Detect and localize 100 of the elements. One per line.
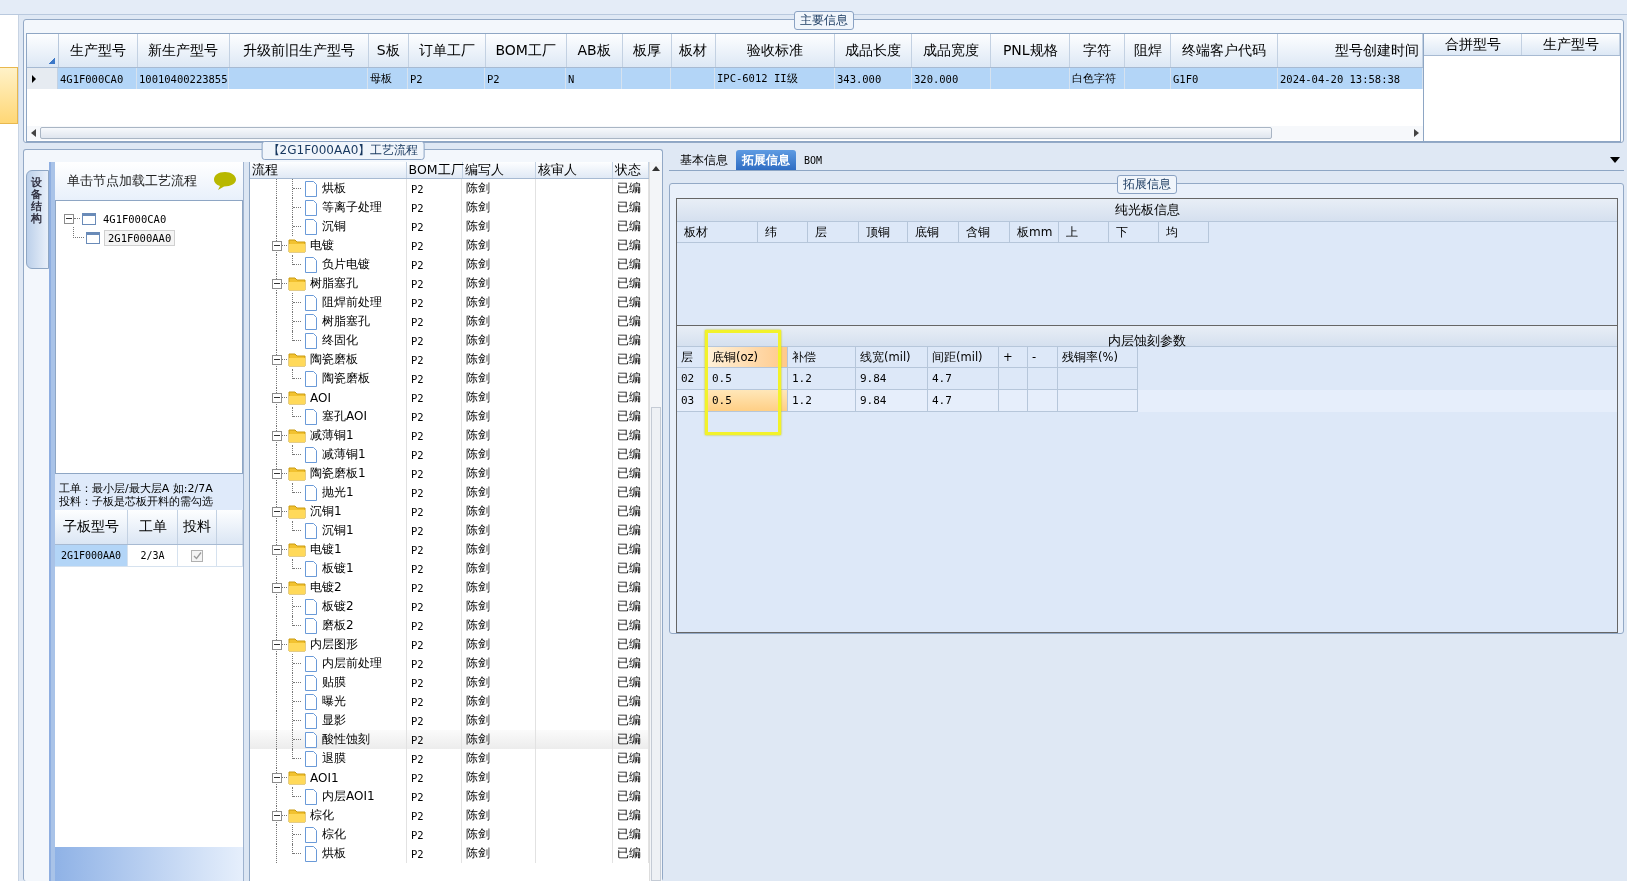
column-header[interactable]: 下 bbox=[1109, 222, 1159, 243]
collapse-toggle[interactable] bbox=[64, 213, 74, 224]
column-header[interactable]: 底铜(oz) bbox=[708, 347, 788, 368]
tree-row[interactable]: 棕化 P2 陈剑 已编 bbox=[250, 806, 649, 825]
tree-row[interactable]: 电镀 P2 陈剑 已编 bbox=[250, 236, 649, 255]
tab[interactable]: 基本信息 bbox=[674, 150, 734, 170]
tree-row[interactable]: 烘板 P2 陈剑 已编 bbox=[250, 844, 649, 863]
tree-row[interactable]: 终固化 P2 陈剑 已编 bbox=[250, 331, 649, 350]
tree-row[interactable]: 内层图形 P2 陈剑 已编 bbox=[250, 635, 649, 654]
column-header[interactable]: 成品长度 bbox=[835, 34, 913, 67]
column-header[interactable]: 字符 bbox=[1070, 34, 1126, 67]
column-header[interactable]: 工单 bbox=[128, 510, 178, 544]
column-header[interactable]: 生产型号 bbox=[59, 34, 138, 67]
tree-row[interactable]: 曝光 P2 陈剑 已编 bbox=[250, 692, 649, 711]
collapse-toggle[interactable] bbox=[272, 278, 282, 289]
column-header[interactable]: BOM工厂 bbox=[406, 162, 463, 178]
column-header[interactable]: 验收标准 bbox=[715, 34, 836, 67]
tree-row[interactable]: 板镀2 P2 陈剑 已编 bbox=[250, 597, 649, 616]
tree-row[interactable]: 电镀1 P2 陈剑 已编 bbox=[250, 540, 649, 559]
column-header[interactable]: 阻焊 bbox=[1125, 34, 1172, 67]
collapse-toggle[interactable] bbox=[272, 506, 282, 517]
tree-row[interactable]: 沉铜1 P2 陈剑 已编 bbox=[250, 502, 649, 521]
column-header[interactable]: 板mm bbox=[1010, 222, 1059, 243]
column-header[interactable]: + bbox=[999, 347, 1028, 368]
column-header[interactable]: 线宽(mil) bbox=[856, 347, 928, 368]
column-header[interactable]: 终端客户代码 bbox=[1171, 34, 1279, 67]
column-header[interactable]: 升级前旧生产型号 bbox=[229, 34, 369, 67]
tree-row[interactable]: AOI1 P2 陈剑 已编 bbox=[250, 768, 649, 787]
column-header[interactable]: 新生产型号 bbox=[137, 34, 230, 67]
column-header[interactable]: 子板型号 bbox=[55, 510, 128, 544]
column-header[interactable]: 订单工厂 bbox=[408, 34, 486, 67]
tree-row[interactable]: 减薄铜1 P2 陈剑 已编 bbox=[250, 426, 649, 445]
tree-row[interactable]: 内层前处理 P2 陈剑 已编 bbox=[250, 654, 649, 673]
tab[interactable]: 拓展信息 bbox=[736, 150, 796, 170]
tree-row[interactable]: AOI P2 陈剑 已编 bbox=[250, 388, 649, 407]
collapse-toggle[interactable] bbox=[272, 430, 282, 441]
column-header[interactable]: 核审人 bbox=[535, 162, 614, 178]
tree-row[interactable]: 阻焊前处理 P2 陈剑 已编 bbox=[250, 293, 649, 312]
vertical-tab[interactable]: 设备结构 bbox=[26, 170, 49, 269]
collapse-toggle[interactable] bbox=[272, 354, 282, 365]
tree-row[interactable]: 陶瓷磨板 P2 陈剑 已编 bbox=[250, 350, 649, 369]
tree-row[interactable]: 减薄铜1 P2 陈剑 已编 bbox=[250, 445, 649, 464]
column-header[interactable]: 合拼型号 bbox=[1424, 34, 1522, 55]
tree-row[interactable]: 内层AOI1 P2 陈剑 已编 bbox=[250, 787, 649, 806]
column-header[interactable]: 底铜 bbox=[908, 222, 959, 243]
table-row[interactable]: 03 0.5 1.2 9.84 4.7 bbox=[677, 390, 1617, 412]
tree-row[interactable]: 沉铜 P2 陈剑 已编 bbox=[250, 217, 649, 236]
tree-row[interactable]: 棕化 P2 陈剑 已编 bbox=[250, 825, 649, 844]
column-header[interactable]: 含铜 bbox=[959, 222, 1010, 243]
column-header[interactable]: 层 bbox=[808, 222, 859, 243]
scroll-up-icon[interactable] bbox=[652, 166, 660, 171]
tree-row[interactable]: 沉铜1 P2 陈剑 已编 bbox=[250, 521, 649, 540]
column-header[interactable]: 成品宽度 bbox=[912, 34, 992, 67]
scroll-right-icon[interactable] bbox=[1414, 129, 1419, 137]
collapse-toggle[interactable] bbox=[272, 240, 282, 251]
column-header[interactable]: 均 bbox=[1159, 222, 1209, 243]
tree-node[interactable]: 4G1F000CA0 bbox=[100, 211, 170, 226]
tree-node[interactable]: 2G1F000AA0 bbox=[104, 229, 176, 246]
tree-row[interactable]: 陶瓷磨板1 P2 陈剑 已编 bbox=[250, 464, 649, 483]
tree-row[interactable]: 电镀2 P2 陈剑 已编 bbox=[250, 578, 649, 597]
column-header[interactable]: 板材 bbox=[671, 34, 716, 67]
column-header[interactable]: 板材 bbox=[677, 222, 758, 243]
column-header[interactable]: 补偿 bbox=[788, 347, 856, 368]
column-header[interactable]: S板 bbox=[368, 34, 409, 67]
column-header[interactable]: PNL规格 bbox=[991, 34, 1071, 67]
collapse-toggle[interactable] bbox=[272, 392, 282, 403]
collapse-toggle[interactable] bbox=[272, 810, 282, 821]
column-header[interactable]: 顶铜 bbox=[859, 222, 908, 243]
checkbox[interactable] bbox=[191, 549, 203, 562]
column-header[interactable]: 型号创建时间 bbox=[1278, 34, 1423, 67]
dropdown-arrow-icon[interactable] bbox=[1610, 157, 1620, 163]
column-header[interactable]: 残铜率(%) bbox=[1058, 347, 1138, 368]
column-header[interactable]: 间距(mil) bbox=[928, 347, 999, 368]
column-header[interactable]: AB板 bbox=[566, 34, 623, 67]
tree-row[interactable]: 板镀1 P2 陈剑 已编 bbox=[250, 559, 649, 578]
collapse-toggle[interactable] bbox=[272, 582, 282, 593]
column-header[interactable]: 上 bbox=[1059, 222, 1109, 243]
tree-row[interactable]: 塞孔AOI P2 陈剑 已编 bbox=[250, 407, 649, 426]
tree-row[interactable]: 贴膜 P2 陈剑 已编 bbox=[250, 673, 649, 692]
collapse-toggle[interactable] bbox=[272, 639, 282, 650]
column-header[interactable]: 板厚 bbox=[622, 34, 672, 67]
tree-row[interactable]: 陶瓷磨板 P2 陈剑 已编 bbox=[250, 369, 649, 388]
tree-row[interactable]: 烘板 P2 陈剑 已编 bbox=[250, 179, 649, 198]
tree-row[interactable]: 酸性蚀刻 P2 陈剑 已编 bbox=[250, 730, 649, 749]
column-header[interactable]: 纬 bbox=[758, 222, 808, 243]
tree-row[interactable]: 负片电镀 P2 陈剑 已编 bbox=[250, 255, 649, 274]
column-header[interactable]: 生产型号 bbox=[1522, 34, 1620, 55]
tree-row[interactable]: 等离子处理 P2 陈剑 已编 bbox=[250, 198, 649, 217]
column-header[interactable]: 流程 bbox=[250, 162, 407, 178]
collapse-toggle[interactable] bbox=[272, 772, 282, 783]
column-header[interactable]: 编写人 bbox=[462, 162, 536, 178]
table-row[interactable]: 4G1F000CA0 10010400223855 母板 P2 P2 N IPC-6012 II级 343.000 320.000 白色字符 G1F0 2024-04-20 13:58:38 bbox=[27, 68, 1423, 89]
tree-row[interactable]: 退膜 P2 陈剑 已编 bbox=[250, 749, 649, 768]
collapse-toggle[interactable] bbox=[272, 544, 282, 555]
column-header[interactable]: 投料 bbox=[178, 510, 217, 544]
collapse-toggle[interactable] bbox=[272, 468, 282, 479]
tree-row[interactable]: 树脂塞孔 P2 陈剑 已编 bbox=[250, 312, 649, 331]
column-header[interactable]: BOM工厂 bbox=[485, 34, 567, 67]
column-header[interactable]: - bbox=[1028, 347, 1058, 368]
tree-row[interactable]: 抛光1 P2 陈剑 已编 bbox=[250, 483, 649, 502]
